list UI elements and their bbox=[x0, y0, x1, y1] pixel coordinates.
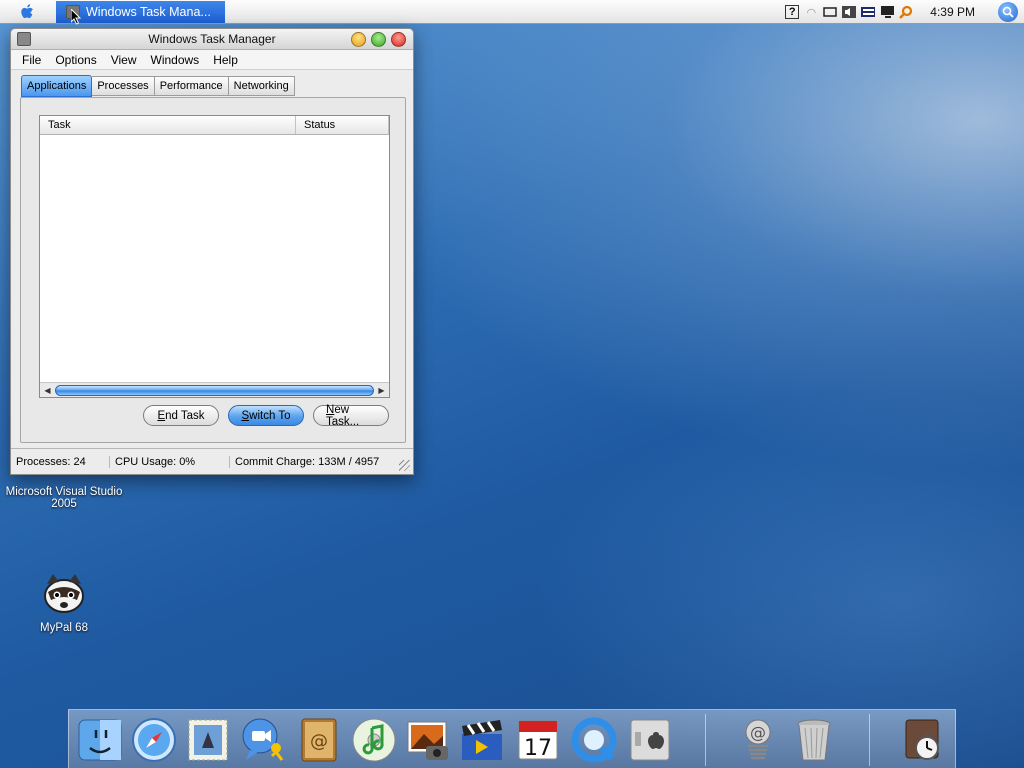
tab-strip: Applications Processes Performance Netwo… bbox=[21, 75, 295, 97]
mypal-raccoon-icon[interactable] bbox=[41, 572, 87, 616]
menubar-status-area: ? ◠ 4:39 PM bbox=[785, 0, 1024, 24]
dock-quicktime[interactable] bbox=[569, 714, 619, 766]
tab-applications[interactable]: Applications bbox=[21, 75, 93, 97]
svg-text:@: @ bbox=[310, 731, 328, 752]
minimize-button[interactable] bbox=[351, 32, 366, 47]
tab-networking[interactable]: Networking bbox=[228, 76, 295, 96]
task-manager-window: Windows Task Manager File Options View W… bbox=[10, 28, 414, 475]
menu-file[interactable]: File bbox=[15, 53, 48, 67]
dock-timer-app[interactable] bbox=[899, 714, 949, 766]
desktop-icon-visual-studio-label[interactable]: Microsoft Visual Studio 2005 bbox=[0, 486, 128, 510]
quicktime-icon bbox=[571, 717, 617, 763]
tab-processes[interactable]: Processes bbox=[92, 76, 155, 96]
window-titlebar[interactable]: Windows Task Manager bbox=[11, 29, 413, 50]
menu-windows[interactable]: Windows bbox=[144, 53, 207, 67]
menubar: Windows Task Mana... ? ◠ 4:39 PM bbox=[0, 0, 1024, 25]
apple-logo-icon bbox=[21, 3, 33, 18]
menubar-clock[interactable]: 4:39 PM bbox=[930, 5, 975, 19]
address-book-icon: @ bbox=[301, 718, 337, 762]
svg-text:@: @ bbox=[750, 723, 766, 742]
search-magnifier-icon[interactable] bbox=[899, 5, 913, 19]
spotlight-icon[interactable] bbox=[998, 2, 1018, 22]
dock-imovie[interactable] bbox=[457, 714, 507, 766]
task-list[interactable]: Task Status ◀ ▶ bbox=[39, 115, 390, 398]
stopwatch-icon bbox=[905, 719, 939, 760]
status-bar: Processes: 24 CPU Usage: 0% Commit Charg… bbox=[11, 448, 413, 474]
dock-mail-downloads[interactable]: @ bbox=[733, 714, 783, 766]
trash-icon bbox=[797, 719, 831, 761]
dock-address-book[interactable]: @ bbox=[293, 714, 343, 766]
dock-iphoto[interactable] bbox=[403, 714, 453, 766]
wifi-icon[interactable]: ◠ bbox=[804, 5, 818, 19]
help-icon[interactable]: ? bbox=[785, 5, 800, 19]
close-button[interactable] bbox=[391, 32, 406, 47]
dock-trash[interactable] bbox=[789, 714, 839, 766]
safari-compass-icon bbox=[132, 718, 176, 762]
tab-performance[interactable]: Performance bbox=[154, 76, 229, 96]
dock-separator bbox=[705, 714, 706, 766]
switch-to-button[interactable]: Switch To bbox=[228, 405, 304, 426]
dock-ical[interactable]: 17 bbox=[513, 714, 563, 766]
imovie-clapboard-icon bbox=[462, 720, 502, 760]
finder-icon bbox=[78, 719, 122, 761]
dock-separator bbox=[869, 714, 870, 766]
svg-text:17: 17 bbox=[524, 736, 552, 761]
desktop-icon-mypal-label[interactable]: MyPal 68 bbox=[24, 622, 104, 634]
dock-itunes[interactable] bbox=[349, 714, 399, 766]
status-processes: Processes: 24 bbox=[16, 455, 86, 468]
menu-help[interactable]: Help bbox=[206, 53, 245, 67]
monitor-icon[interactable] bbox=[880, 5, 895, 19]
system-preferences-icon bbox=[630, 719, 670, 761]
zoom-button[interactable] bbox=[371, 32, 386, 47]
mail-stamp-icon bbox=[188, 719, 228, 761]
dock-system-preferences[interactable] bbox=[625, 714, 675, 766]
volume-icon[interactable] bbox=[842, 5, 857, 19]
active-app-label: Windows Task Mana... bbox=[86, 4, 211, 19]
mail-at-spring-icon: @ bbox=[745, 719, 771, 760]
itunes-icon bbox=[352, 718, 396, 762]
horizontal-scrollbar[interactable]: ◀ ▶ bbox=[40, 382, 389, 397]
iphoto-icon bbox=[407, 721, 448, 760]
display-icon[interactable] bbox=[823, 5, 838, 19]
dock-safari[interactable] bbox=[129, 714, 179, 766]
applications-panel: Task Status ◀ ▶ End Task Switch To New T… bbox=[20, 97, 406, 443]
scroll-right-icon[interactable]: ▶ bbox=[374, 383, 389, 397]
dock: @ 17 @ bbox=[68, 709, 956, 768]
column-status[interactable]: Status bbox=[296, 116, 389, 134]
scroll-left-icon[interactable]: ◀ bbox=[40, 383, 55, 397]
apple-menu[interactable] bbox=[0, 0, 56, 24]
end-task-button[interactable]: End Task bbox=[143, 405, 219, 426]
battery-icon[interactable] bbox=[861, 5, 876, 19]
dock-ichat[interactable] bbox=[237, 714, 287, 766]
new-task-button[interactable]: New Task... bbox=[313, 404, 389, 428]
status-commit-charge: Commit Charge: 133M / 4957 bbox=[229, 455, 395, 468]
resize-grip-icon[interactable] bbox=[399, 460, 410, 471]
scrollbar-thumb[interactable] bbox=[55, 384, 374, 396]
window-app-icon bbox=[17, 32, 31, 46]
active-app-menu[interactable]: Windows Task Mana... bbox=[56, 0, 225, 23]
menu-options[interactable]: Options bbox=[48, 53, 103, 67]
dock-finder[interactable] bbox=[75, 714, 125, 766]
menu-view[interactable]: View bbox=[104, 53, 144, 67]
status-cpu-usage: CPU Usage: 0% bbox=[109, 455, 229, 468]
mouse-pointer-icon bbox=[71, 9, 81, 25]
ichat-icon bbox=[242, 718, 284, 761]
window-menubar: File Options View Windows Help bbox=[11, 50, 413, 70]
column-task[interactable]: Task bbox=[40, 116, 296, 134]
dock-mail[interactable] bbox=[183, 714, 233, 766]
task-list-header: Task Status bbox=[40, 116, 389, 135]
ical-calendar-icon: 17 bbox=[518, 720, 558, 761]
